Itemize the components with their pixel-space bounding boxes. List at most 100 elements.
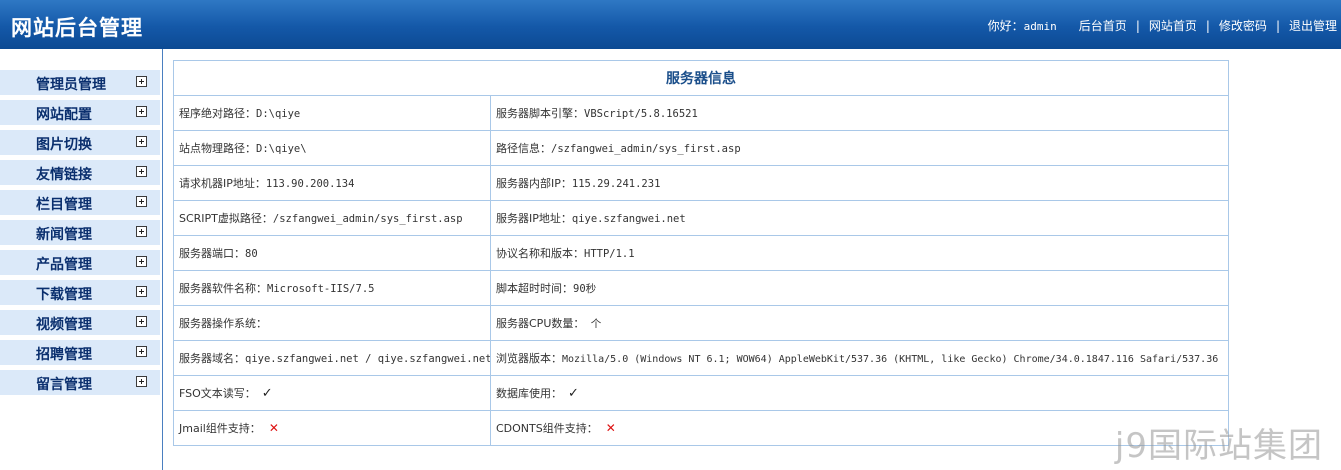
sidebar-item-download-management[interactable]: 下载管理 (0, 280, 160, 305)
change-password-link[interactable]: 修改密码 (1219, 17, 1267, 34)
sidebar-item-label: 下载管理 (36, 287, 92, 303)
info-label: 服务器域名： (179, 352, 245, 365)
sidebar-item-product-management[interactable]: 产品管理 (0, 250, 160, 275)
info-label: 服务器端口： (179, 247, 245, 260)
cross-icon: ✕ (605, 421, 616, 435)
header-bar: 网站后台管理 你好：admin 后台首页 | 网站首页 | 修改密码 | 退出管… (0, 0, 1341, 49)
info-value: qiye.szfangwei.net / qiye.szfangwei.net (245, 353, 491, 365)
username: admin (1023, 20, 1057, 33)
site-title: 网站后台管理 (11, 16, 143, 40)
table-header-row: 服务器信息 (173, 60, 1229, 96)
info-value: Mozilla/5.0 (Windows NT 6.1; WOW64) Appl… (562, 354, 1219, 365)
sidebar-item-label: 视频管理 (36, 317, 92, 333)
info-label: 脚本超时时间： (496, 282, 573, 295)
checkmark-icon: ✓ (261, 386, 273, 401)
table-row: 程序绝对路径：D:\qiye 服务器脚本引擎：VBScript/5.8.1652… (173, 95, 1229, 131)
expand-plus-icon[interactable] (136, 346, 147, 357)
info-cell: 服务器内部IP：115.29.241.231 (490, 165, 1229, 201)
sidebar-item-recruitment-management[interactable]: 招聘管理 (0, 340, 160, 365)
logout-link[interactable]: 退出管理 (1289, 17, 1337, 34)
expand-plus-icon[interactable] (136, 166, 147, 177)
sidebar-item-admin-management[interactable]: 管理员管理 (0, 70, 160, 95)
sidebar-item-video-management[interactable]: 视频管理 (0, 310, 160, 335)
info-value: 80 (245, 248, 258, 260)
info-cell: 协议名称和版本：HTTP/1.1 (490, 235, 1229, 271)
expand-plus-icon[interactable] (136, 376, 147, 387)
sidebar-item-image-slider[interactable]: 图片切换 (0, 130, 160, 155)
site-home-link[interactable]: 网站首页 (1149, 17, 1197, 34)
expand-plus-icon[interactable] (136, 256, 147, 267)
expand-plus-icon[interactable] (136, 196, 147, 207)
sidebar-item-column-management[interactable]: 栏目管理 (0, 190, 160, 215)
table-row: FSO文本读写： ✓ 数据库使用： ✓ (173, 375, 1229, 411)
expand-plus-icon[interactable] (136, 316, 147, 327)
sidebar-item-label: 栏目管理 (36, 197, 92, 213)
sidebar-item-site-config[interactable]: 网站配置 (0, 100, 160, 125)
table-title: 服务器信息 (173, 60, 1229, 96)
info-cell: 服务器IP地址：qiye.szfangwei.net (490, 200, 1229, 236)
table-row: 服务器软件名称：Microsoft-IIS/7.5 脚本超时时间：90秒 (173, 270, 1229, 306)
expand-plus-icon[interactable] (136, 76, 147, 87)
info-cell: FSO文本读写： ✓ (173, 375, 491, 411)
greeting-label: 你好： (987, 19, 1024, 33)
sidebar-item-label: 图片切换 (36, 137, 92, 153)
info-value: 115.29.241.231 (571, 178, 661, 190)
table-row: 服务器操作系统： 服务器CPU数量： 个 (173, 305, 1229, 341)
info-label: 服务器CPU数量： (496, 317, 585, 330)
info-label: FSO文本读写： (179, 387, 256, 400)
info-cell: 程序绝对路径：D:\qiye (173, 95, 491, 131)
info-value: HTTP/1.1 (584, 248, 635, 260)
sidebar-item-label: 新闻管理 (36, 227, 92, 243)
info-value: /szfangwei_admin/sys_first.asp (272, 213, 463, 225)
info-label: 服务器操作系统： (179, 317, 267, 330)
expand-plus-icon[interactable] (136, 286, 147, 297)
info-label: Jmail组件支持： (179, 422, 261, 435)
nav-separator: | (1135, 18, 1140, 33)
user-greeting: 你好：admin (988, 17, 1057, 34)
expand-plus-icon[interactable] (136, 106, 147, 117)
info-cell: Jmail组件支持： ✕ (173, 410, 491, 446)
info-cell: 服务器CPU数量： 个 (490, 305, 1229, 341)
sidebar-item-message-management[interactable]: 留言管理 (0, 370, 160, 395)
info-label: 路径信息： (496, 142, 551, 155)
info-value: 113.90.200.134 (265, 178, 355, 190)
info-cell: 服务器脚本引擎：VBScript/5.8.16521 (490, 95, 1229, 131)
sidebar-item-label: 留言管理 (36, 377, 92, 393)
info-cell: 请求机器IP地址：113.90.200.134 (173, 165, 491, 201)
sidebar-item-news-management[interactable]: 新闻管理 (0, 220, 160, 245)
server-info-table: 服务器信息 程序绝对路径：D:\qiye 服务器脚本引擎：VBScript/5.… (173, 60, 1229, 446)
info-value: VBScript/5.8.16521 (584, 108, 698, 120)
expand-plus-icon[interactable] (136, 226, 147, 237)
info-cell: 路径信息：/szfangwei_admin/sys_first.asp (490, 130, 1229, 166)
info-cell: 脚本超时时间：90秒 (490, 270, 1229, 306)
info-value: D:\qiye\ (256, 143, 307, 155)
table-row: 站点物理路径：D:\qiye\ 路径信息：/szfangwei_admin/sy… (173, 130, 1229, 166)
info-label: CDONTS组件支持： (496, 422, 598, 435)
admin-home-link[interactable]: 后台首页 (1079, 17, 1127, 34)
cross-icon: ✕ (268, 421, 279, 435)
table-row: Jmail组件支持： ✕ CDONTS组件支持： ✕ (173, 410, 1229, 446)
sidebar-item-label: 招聘管理 (36, 347, 92, 363)
table-row: 服务器域名：qiye.szfangwei.net / qiye.szfangwe… (173, 340, 1229, 376)
info-cell: 站点物理路径：D:\qiye\ (173, 130, 491, 166)
watermark-text: j9国际站集团 (1114, 426, 1323, 466)
info-label: 程序绝对路径： (179, 107, 256, 120)
info-cell: 服务器操作系统： (173, 305, 491, 341)
info-cell: SCRIPT虚拟路径：/szfangwei_admin/sys_first.as… (173, 200, 491, 236)
expand-plus-icon[interactable] (136, 136, 147, 147)
info-value: /szfangwei_admin/sys_first.asp (551, 143, 741, 155)
info-cell: 服务器软件名称：Microsoft-IIS/7.5 (173, 270, 491, 306)
sidebar-item-friend-links[interactable]: 友情链接 (0, 160, 160, 185)
info-label: 服务器软件名称： (179, 282, 267, 295)
info-label: 请求机器IP地址： (179, 177, 266, 190)
info-value: 个 (584, 318, 602, 330)
info-value: Microsoft-IIS/7.5 (267, 283, 375, 295)
info-label: 浏览器版本： (496, 352, 562, 365)
sidebar-item-label: 网站配置 (36, 107, 92, 123)
info-label: 站点物理路径： (179, 142, 256, 155)
sidebar: 管理员管理 网站配置 图片切换 友情链接 栏目管理 新闻管理 产品管理 下载管理… (0, 49, 163, 470)
table-row: 请求机器IP地址：113.90.200.134 服务器内部IP：115.29.2… (173, 165, 1229, 201)
sidebar-item-label: 友情链接 (36, 167, 92, 183)
sidebar-item-label: 产品管理 (36, 257, 92, 273)
info-value: D:\qiye (256, 108, 301, 120)
